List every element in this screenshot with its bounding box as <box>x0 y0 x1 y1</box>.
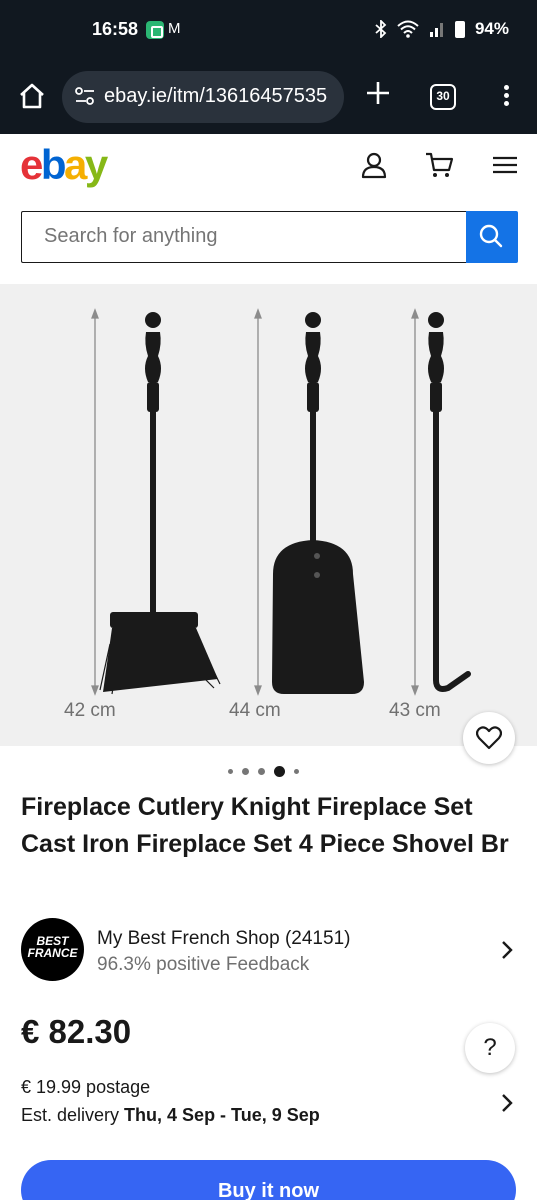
dimension-label: 43 cm <box>389 700 441 721</box>
product-photo <box>91 308 471 696</box>
pagination-dot[interactable] <box>242 768 249 775</box>
seller-avatar[interactable]: BEST FRANCE <box>21 918 84 981</box>
pagination-dot[interactable] <box>228 769 233 774</box>
home-icon[interactable] <box>16 80 48 112</box>
status-bar: 16:58 M 94% <box>0 0 537 62</box>
help-button[interactable]: ? <box>465 1023 515 1073</box>
search-button[interactable] <box>466 211 518 263</box>
status-time: 16:58 <box>92 19 139 39</box>
product-title: Fireplace Cutlery Knight Fireplace Set C… <box>21 793 509 858</box>
delivery-dates: Thu, 4 Sep - Tue, 9 Sep <box>124 1105 320 1125</box>
search-input[interactable] <box>44 225 444 248</box>
seller-feedback: 96.3% positive Feedback <box>97 954 310 975</box>
ebay-logo[interactable]: ebay <box>20 141 108 189</box>
pagination-dot[interactable] <box>294 769 299 774</box>
browser-toolbar: ebay.ie/itm/13616457535 30 <box>0 62 537 134</box>
product-image-gallery[interactable]: 42 cm 44 cm 43 cm <box>0 284 537 764</box>
plus-icon <box>367 82 389 104</box>
battery-icon <box>454 20 465 38</box>
mail-notification-icon: M <box>168 20 181 37</box>
pagination-dot-active[interactable] <box>274 766 285 777</box>
postage-cost: € 19.99 postage <box>21 1077 151 1097</box>
heart-icon <box>476 726 502 750</box>
estimated-delivery: Est. delivery Thu, 4 Sep - Tue, 9 Sep <box>21 1105 320 1125</box>
search-box <box>21 211 467 263</box>
chevron-right-icon[interactable] <box>500 1093 514 1113</box>
battery-percent: 94% <box>474 19 509 38</box>
buy-it-now-button[interactable]: Buy it now <box>21 1160 516 1200</box>
chevron-right-icon[interactable] <box>500 940 514 960</box>
browser-menu-icon[interactable] <box>496 82 516 112</box>
status-indicators: 94% <box>375 19 509 39</box>
dimension-label: 42 cm <box>64 700 116 721</box>
new-tab-button[interactable] <box>363 80 393 110</box>
image-pagination <box>228 766 299 777</box>
hamburger-menu-icon[interactable] <box>490 150 520 180</box>
cart-icon[interactable] <box>424 150 454 180</box>
address-bar[interactable]: ebay.ie/itm/13616457535 <box>62 71 344 123</box>
site-settings-icon[interactable] <box>74 85 96 107</box>
pagination-dot[interactable] <box>258 768 265 775</box>
bluetooth-icon <box>375 20 387 38</box>
wifi-icon <box>397 20 419 38</box>
price: € 82.30 <box>21 1013 132 1050</box>
tab-switcher-button[interactable]: 30 <box>430 84 456 110</box>
signal-icon <box>429 23 443 37</box>
seller-name[interactable]: My Best French Shop (24151) <box>97 928 350 950</box>
url-text: ebay.ie/itm/13616457535 <box>104 85 328 107</box>
app-notification-icon <box>146 21 164 39</box>
account-icon[interactable] <box>359 150 389 180</box>
watchlist-button[interactable] <box>463 712 515 764</box>
dimension-label: 44 cm <box>229 700 281 721</box>
search-icon <box>479 224 503 248</box>
